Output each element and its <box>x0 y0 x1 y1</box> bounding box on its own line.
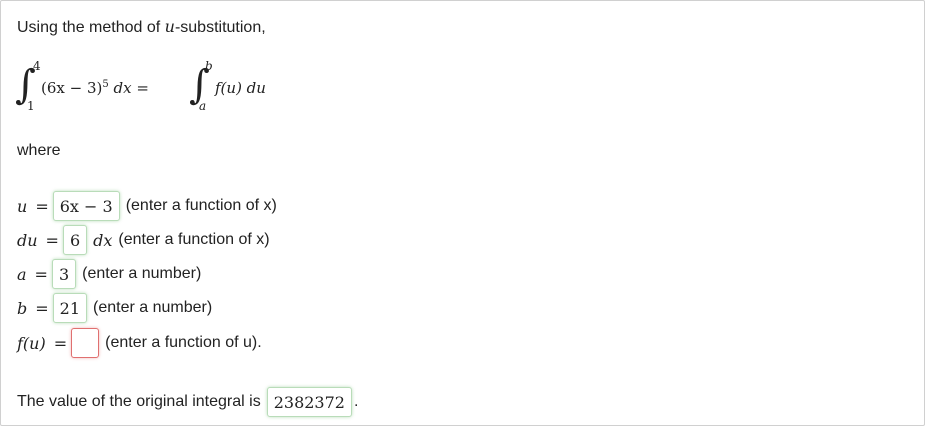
intro-prefix: Using the method of <box>17 19 165 36</box>
b-answer-field[interactable]: 21 <box>52 293 88 323</box>
intro-variable: u <box>164 17 175 36</box>
rhs-upper-limit: b <box>205 59 213 73</box>
du-equals: = <box>45 230 59 250</box>
final-answer-field[interactable]: 2382372 <box>266 387 352 417</box>
fu-answer-field[interactable] <box>71 328 100 358</box>
a-label: a <box>17 264 27 284</box>
intro-suffix: -substitution, <box>174 19 266 36</box>
final-answer-row: The value of the original integral is 238… <box>17 385 358 419</box>
integrand-base: (6x − 3) <box>41 79 103 97</box>
b-equals: = <box>35 298 49 318</box>
fu-hint: (enter a function of u). <box>105 334 262 351</box>
fu-row: f(u) = (enter a function of u). <box>17 326 262 360</box>
du-label: du <box>17 230 38 250</box>
integrand-left: (6x − 3)5 dx = <box>41 79 149 97</box>
u-label: u <box>17 196 28 216</box>
du-row: du = 6 dx (enter a function of x) <box>17 223 270 257</box>
integrand-power: 5 <box>102 79 109 90</box>
a-hint: (enter a number) <box>82 265 202 282</box>
integral-equation: ∫ 4 1 (6x − 3)5 dx = ∫ b a f(u) du <box>15 59 315 117</box>
u-equals: = <box>35 196 49 216</box>
fu-label: f(u) <box>17 333 46 353</box>
integrand-right: f(u) du <box>215 79 266 97</box>
u-row: u = 6x − 3 (enter a function of x) <box>17 189 277 223</box>
rhs-lower-limit: a <box>199 99 207 113</box>
a-row: a = 3 (enter a number) <box>17 257 201 291</box>
final-label: The value of the original integral is <box>17 393 261 410</box>
final-period: . <box>353 393 359 410</box>
differential: dx <box>113 79 132 97</box>
intro-text: Using the method of u-substitution, <box>17 17 266 37</box>
fu-equals: = <box>53 333 68 353</box>
b-label: b <box>17 298 28 318</box>
where-label: where <box>17 142 61 159</box>
lower-limit: 1 <box>27 99 35 113</box>
b-row: b = 21 (enter a number) <box>17 291 212 325</box>
question-panel: Using the method of u-substitution, ∫ 4 … <box>0 0 925 426</box>
a-answer-field[interactable]: 3 <box>51 259 77 289</box>
upper-limit: 4 <box>33 59 41 73</box>
b-hint: (enter a number) <box>93 299 213 316</box>
a-equals: = <box>34 264 48 284</box>
du-hint: (enter a function of x) <box>118 231 270 248</box>
equals-sign: = <box>136 79 149 97</box>
du-answer-field[interactable]: 6 <box>62 225 88 255</box>
u-answer-field[interactable]: 6x − 3 <box>52 191 120 221</box>
u-hint: (enter a function of x) <box>125 197 277 214</box>
du-dx-suffix: dx <box>93 230 113 250</box>
